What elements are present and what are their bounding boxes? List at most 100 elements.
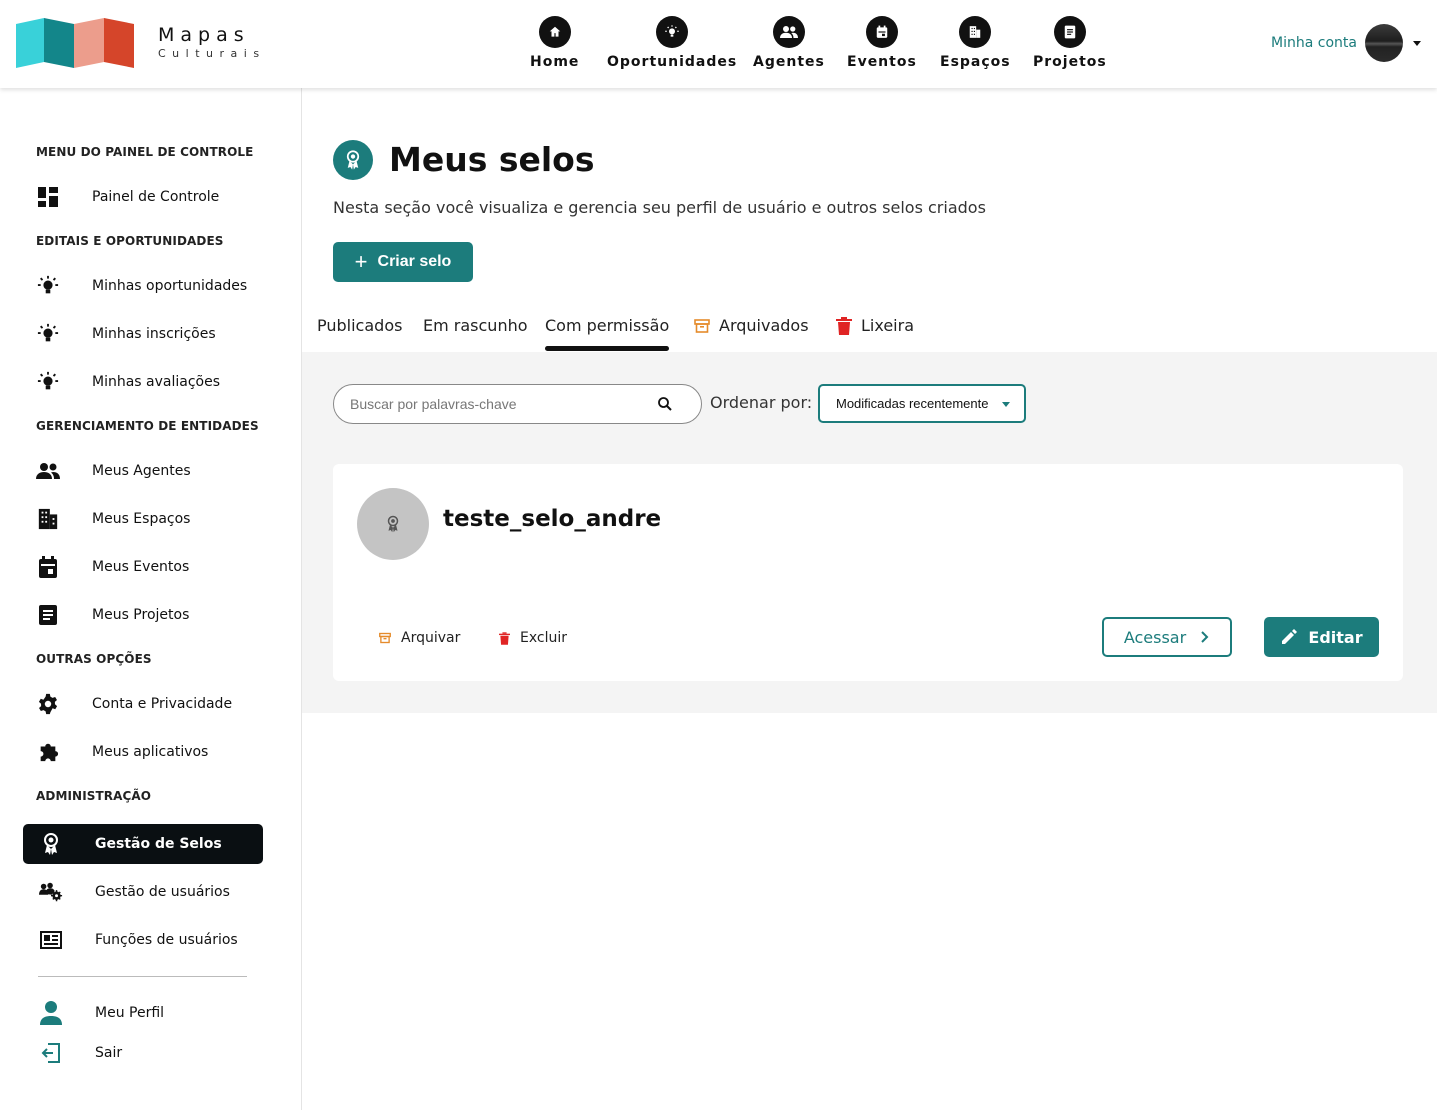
archive-button[interactable]: Arquivar xyxy=(379,630,460,646)
sidebar-item-label: Gestão de usuários xyxy=(95,884,230,900)
delete-label: Excluir xyxy=(520,630,567,646)
sidebar-item-conta-e-privacidade[interactable]: Conta e Privacidade xyxy=(36,692,232,716)
document-icon xyxy=(36,603,60,627)
archive-label: Arquivar xyxy=(401,630,461,646)
gear-icon xyxy=(36,692,60,716)
plus-icon: + xyxy=(354,249,368,274)
tab-com-permissao[interactable]: Com permissão xyxy=(545,316,670,351)
tab-lixeira[interactable]: Lixeira xyxy=(836,316,914,335)
sidebar-item-minhas-avaliacoes[interactable]: Minhas avaliações xyxy=(36,370,220,394)
sidebar-section-title: ADMINISTRAÇÃO xyxy=(36,789,152,803)
building-icon xyxy=(36,507,60,531)
pencil-icon xyxy=(1282,629,1298,644)
dashboard-icon xyxy=(36,185,60,209)
chevron-right-icon xyxy=(1201,631,1209,643)
brand-name[interactable]: Mapas Culturais xyxy=(158,24,266,60)
sidebar-item-label: Funções de usuários xyxy=(95,932,238,948)
seal-avatar xyxy=(357,488,429,560)
create-seal-label: Criar selo xyxy=(377,253,452,270)
lightbulb-icon xyxy=(36,322,60,346)
nav-label: Eventos xyxy=(847,54,917,70)
sidebar-item-meu-perfil[interactable]: Meu Perfil xyxy=(39,1001,164,1025)
edit-button[interactable]: Editar xyxy=(1264,617,1379,657)
order-select[interactable]: Modificadas recentemente xyxy=(818,384,1026,423)
seal-card: teste_selo_andre Arquivar Excluir Acessa… xyxy=(333,464,1403,681)
nav-label: Espaços xyxy=(940,54,1011,70)
sidebar-item-meus-projetos[interactable]: Meus Projetos xyxy=(36,603,189,627)
chevron-down-icon[interactable] xyxy=(1412,40,1421,46)
sidebar-section-title: MENU DO PAINEL DE CONTROLE xyxy=(36,145,254,159)
brand-line-2: Culturais xyxy=(158,47,266,60)
access-button[interactable]: Acessar xyxy=(1102,617,1232,657)
nav-espacos[interactable]: Espaços xyxy=(940,16,1011,70)
sidebar-item-label: Meus aplicativos xyxy=(92,744,209,760)
account-menu[interactable]: Minha conta xyxy=(1271,24,1421,62)
people-icon xyxy=(772,16,805,48)
lightbulb-icon xyxy=(656,16,689,48)
search-box xyxy=(333,384,702,424)
sidebar-item-funcoes-de-usuarios[interactable]: Funções de usuários xyxy=(39,928,238,952)
nav-eventos[interactable]: Eventos xyxy=(847,16,917,70)
archive-icon xyxy=(694,318,710,333)
nav-agentes[interactable]: Agentes xyxy=(753,16,825,70)
sidebar-item-meus-aplicativos[interactable]: Meus aplicativos xyxy=(36,740,208,764)
mapas-culturais-logo[interactable] xyxy=(16,18,134,68)
search-input[interactable] xyxy=(350,396,650,412)
sidebar-item-minhas-inscricoes[interactable]: Minhas inscrições xyxy=(36,322,216,346)
lightbulb-icon xyxy=(36,370,60,394)
people-icon xyxy=(36,459,60,483)
tab-arquivados[interactable]: Arquivados xyxy=(694,316,809,335)
sidebar-item-meus-agentes[interactable]: Meus Agentes xyxy=(36,459,191,483)
calendar-icon xyxy=(865,16,898,48)
users-gear-icon xyxy=(39,880,63,904)
page-title: Meus selos xyxy=(389,140,595,179)
order-label: Ordenar por: xyxy=(710,393,813,412)
create-seal-button[interactable]: + Criar selo xyxy=(333,242,473,282)
avatar[interactable] xyxy=(1364,24,1403,62)
document-icon xyxy=(1053,16,1086,48)
tab-label: Lixeira xyxy=(861,316,915,335)
seal-title[interactable]: teste_selo_andre xyxy=(443,506,661,532)
top-header: Mapas Culturais Home Oportunidades Agent… xyxy=(0,0,1437,88)
page-description: Nesta seção você visualiza e gerencia se… xyxy=(333,198,986,217)
lightbulb-icon xyxy=(36,274,60,298)
sidebar-item-label: Minhas oportunidades xyxy=(92,278,248,294)
nav-label: Oportunidades xyxy=(607,54,738,70)
sidebar-item-gestao-de-selos[interactable]: Gestão de Selos xyxy=(23,824,263,864)
building-icon xyxy=(959,16,992,48)
nav-oportunidades[interactable]: Oportunidades xyxy=(607,16,737,70)
calendar-icon xyxy=(36,555,60,579)
seal-icon xyxy=(387,515,399,533)
sidebar: MENU DO PAINEL DE CONTROLE Painel de Con… xyxy=(0,88,302,1110)
order-selected-value: Modificadas recentemente xyxy=(836,396,989,411)
sidebar-item-meus-eventos[interactable]: Meus Eventos xyxy=(36,555,189,579)
seal-icon xyxy=(39,832,63,856)
trash-icon xyxy=(499,631,510,645)
delete-button[interactable]: Excluir xyxy=(499,630,567,646)
search-icon[interactable] xyxy=(657,396,673,412)
nav-projetos[interactable]: Projetos xyxy=(1033,16,1107,70)
sidebar-item-label: Conta e Privacidade xyxy=(92,696,233,712)
sidebar-item-label: Minhas inscrições xyxy=(92,326,216,342)
puzzle-icon xyxy=(36,740,60,764)
sidebar-item-label: Painel de Controle xyxy=(92,189,220,205)
sidebar-item-meus-espacos[interactable]: Meus Espaços xyxy=(36,507,190,531)
tab-publicados[interactable]: Publicados xyxy=(317,316,402,335)
nav-home[interactable]: Home xyxy=(530,16,579,70)
sidebar-item-minhas-oportunidades[interactable]: Minhas oportunidades xyxy=(36,274,247,298)
sidebar-item-painel-de-controle[interactable]: Painel de Controle xyxy=(36,185,219,209)
access-label: Acessar xyxy=(1123,627,1187,647)
chevron-down-icon xyxy=(1002,402,1010,407)
trash-icon xyxy=(836,316,852,335)
sidebar-section-title: EDITAIS E OPORTUNIDADES xyxy=(36,234,224,248)
sidebar-item-label: Meus Eventos xyxy=(92,559,190,575)
nav-label: Home xyxy=(530,54,580,70)
sidebar-item-sair[interactable]: Sair xyxy=(39,1041,122,1065)
sidebar-item-gestao-de-usuarios[interactable]: Gestão de usuários xyxy=(39,880,230,904)
tab-em-rascunho[interactable]: Em rascunho xyxy=(423,316,528,335)
sidebar-item-label: Meus Agentes xyxy=(92,463,191,479)
home-icon xyxy=(538,16,571,48)
sidebar-item-label: Meu Perfil xyxy=(95,1005,165,1021)
account-label: Minha conta xyxy=(1271,35,1357,51)
sidebar-divider xyxy=(38,976,247,977)
